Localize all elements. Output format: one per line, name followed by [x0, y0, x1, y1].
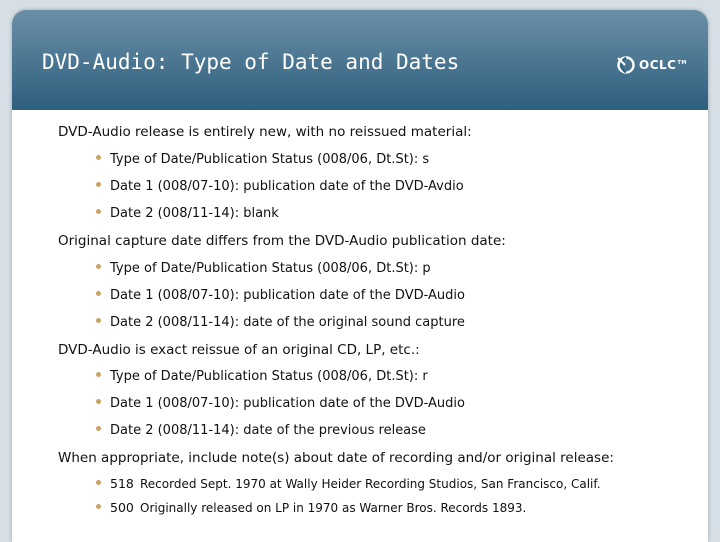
note-item: 518 Recorded Sept. 1970 at Wally Heider R… [96, 476, 601, 491]
bullet-dot-icon [96, 318, 101, 323]
bullet-dot-icon [96, 155, 101, 160]
bullet-dot-icon [96, 182, 101, 187]
note-item: 500 Originally released on LP in 1970 as … [96, 500, 526, 515]
bullet-dot-icon [96, 399, 101, 404]
section-heading: Original capture date differs from the D… [58, 233, 506, 249]
bullet-dot-icon [96, 426, 101, 431]
slide-frame: DVD-Audio: Type of Date and Dates OCLCTM… [12, 10, 708, 542]
section-heading: DVD-Audio is exact reissue of an origina… [58, 342, 420, 358]
bullet-dot-icon [96, 264, 101, 269]
note-field-text: Originally released on LP in 1970 as War… [140, 501, 527, 515]
bullet-item: Date 1 (008/07-10): publication date of … [96, 396, 465, 411]
bullet-item: Type of Date/Publication Status (008/06,… [96, 369, 428, 384]
section-heading: DVD-Audio release is entirely new, with … [58, 124, 472, 140]
bullet-dot-icon [96, 480, 101, 485]
oclc-logo-icon [617, 56, 635, 74]
bullet-item: Date 1 (008/07-10): publication date of … [96, 179, 464, 194]
bullet-item: Type of Date/Publication Status (008/06,… [96, 261, 431, 276]
oclc-logo-text: OCLCTM [639, 58, 687, 72]
note-field-code: 518 [110, 476, 134, 491]
bullet-item: Date 2 (008/11-14): date of the previous… [96, 423, 426, 438]
bullet-item: Type of Date/Publication Status (008/06,… [96, 152, 429, 167]
oclc-logo: OCLCTM [616, 52, 687, 78]
bullet-item: Date 2 (008/11-14): date of the original… [96, 315, 465, 330]
note-field-code: 500 [110, 500, 134, 515]
slide-title: DVD-Audio: Type of Date and Dates [42, 50, 460, 74]
bullet-dot-icon [96, 372, 101, 377]
bullet-item: Date 2 (008/11-14): blank [96, 206, 279, 221]
bullet-dot-icon [96, 291, 101, 296]
section-heading: When appropriate, include note(s) about … [58, 450, 614, 466]
bullet-item: Date 1 (008/07-10): publication date of … [96, 288, 465, 303]
slide-header: DVD-Audio: Type of Date and Dates OCLCTM [12, 10, 708, 110]
bullet-dot-icon [96, 504, 101, 509]
bullet-dot-icon [96, 209, 101, 214]
note-field-text: Recorded Sept. 1970 at Wally Heider Reco… [140, 477, 601, 491]
